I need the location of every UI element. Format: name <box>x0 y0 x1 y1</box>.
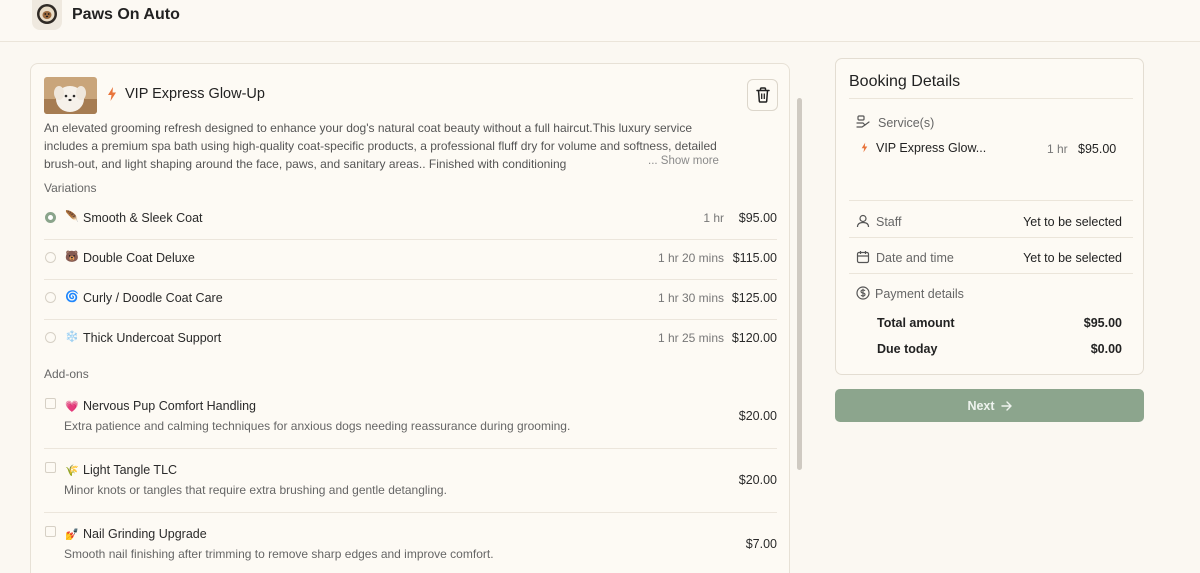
snowflake-icon: ❄️ <box>65 330 79 343</box>
payment-label: Payment details <box>875 287 964 301</box>
booked-service-name: VIP Express Glow... <box>876 141 987 155</box>
service-scrollbar[interactable] <box>797 98 802 470</box>
bear-icon: 🐻 <box>65 250 79 263</box>
dog-photo-icon <box>44 77 97 114</box>
addon-label: Light Tangle TLC <box>83 463 178 477</box>
due-today-label: Due today <box>877 342 938 356</box>
variation-row[interactable]: 🪶 Smooth & Sleek Coat 1 hr $95.00 <box>44 205 777 240</box>
addon-checkbox[interactable] <box>45 526 56 537</box>
addon-label: Nervous Pup Comfort Handling <box>83 399 256 413</box>
variation-label: Thick Undercoat Support <box>83 331 222 345</box>
next-button-label: Next <box>967 398 995 413</box>
next-button[interactable]: Next <box>835 389 1144 422</box>
addon-row[interactable]: 💗 Nervous Pup Comfort Handling Extra pat… <box>44 393 777 449</box>
service-thumbnail <box>44 77 97 114</box>
lightning-icon <box>861 142 868 153</box>
brand-name: Paws On Auto <box>72 6 180 23</box>
variation-label: Double Coat Deluxe <box>83 251 195 265</box>
variation-radio[interactable] <box>45 212 56 223</box>
addon-checkbox[interactable] <box>45 462 56 473</box>
dollar-coin-icon <box>856 286 870 300</box>
addon-row[interactable]: 🌾 Light Tangle TLC Minor knots or tangle… <box>44 457 777 513</box>
service-title: VIP Express Glow-Up <box>125 86 265 102</box>
divider <box>849 273 1133 274</box>
addon-description: Smooth nail finishing after trimming to … <box>64 547 494 561</box>
variation-label: Curly / Doodle Coat Care <box>83 291 223 305</box>
staff-label: Staff <box>876 215 902 229</box>
datetime-label: Date and time <box>876 251 954 265</box>
addon-label: Nail Grinding Upgrade <box>83 527 207 541</box>
addon-checkbox[interactable] <box>45 398 56 409</box>
staff-value[interactable]: Yet to be selected <box>1023 215 1122 229</box>
services-label: Service(s) <box>878 116 935 130</box>
datetime-value[interactable]: Yet to be selected <box>1023 251 1122 265</box>
variation-radio[interactable] <box>45 332 56 343</box>
variation-label: Smooth & Sleek Coat <box>83 211 203 225</box>
addon-price: $20.00 <box>738 409 777 423</box>
booked-service-price: $95.00 <box>1078 142 1117 156</box>
addon-row[interactable]: 💅 Nail Grinding Upgrade Smooth nail fini… <box>44 521 777 573</box>
total-amount-value: $95.00 <box>1083 316 1122 330</box>
addons-label: Add-ons <box>44 367 89 381</box>
app-header: Paws On Auto <box>0 0 1200 42</box>
user-icon <box>856 214 870 228</box>
service-card: VIP Express Glow-Up An elevated grooming… <box>30 63 790 573</box>
variation-radio[interactable] <box>45 252 56 263</box>
booking-title: Booking Details <box>849 73 961 90</box>
variation-row[interactable]: ❄️ Thick Undercoat Support 1 hr 25 mins … <box>44 325 777 360</box>
variation-duration: 1 hr <box>703 211 724 225</box>
addon-description: Extra patience and calming techniques fo… <box>64 419 571 433</box>
trash-icon <box>755 87 770 103</box>
booking-details-card: Booking Details Service(s) VIP Express G… <box>835 58 1144 375</box>
total-amount-label: Total amount <box>877 316 955 330</box>
show-more-link[interactable]: ... Show more <box>648 155 719 167</box>
addon-price: $20.00 <box>738 473 777 487</box>
lightning-icon <box>108 87 116 101</box>
divider <box>849 98 1133 99</box>
swirl-icon: 🌀 <box>65 290 79 303</box>
variation-radio[interactable] <box>45 292 56 303</box>
heart-icon: 💗 <box>65 400 79 413</box>
variations-label: Variations <box>44 181 97 195</box>
arrow-right-icon <box>1000 400 1012 411</box>
addon-description: Minor knots or tangles that require extr… <box>64 483 447 497</box>
due-today-value: $0.00 <box>1090 342 1122 356</box>
brand-logo[interactable] <box>32 0 62 30</box>
nail-polish-icon: 💅 <box>65 528 79 541</box>
herb-icon: 🌾 <box>65 464 79 477</box>
addon-price: $7.00 <box>745 537 777 551</box>
variation-price: $115.00 <box>732 251 777 265</box>
booked-service-duration: 1 hr <box>1047 142 1068 156</box>
services-icon <box>856 115 870 128</box>
variation-price: $95.00 <box>738 211 777 225</box>
feather-icon: 🪶 <box>65 210 79 223</box>
variation-duration: 1 hr 25 mins <box>657 331 724 345</box>
service-description: An elevated grooming refresh designed to… <box>44 121 717 171</box>
service-title-row: VIP Express Glow-Up <box>107 86 265 102</box>
variation-row[interactable]: 🌀 Curly / Doodle Coat Care 1 hr 30 mins … <box>44 285 777 320</box>
divider <box>849 200 1133 201</box>
variation-duration: 1 hr 20 mins <box>657 251 724 265</box>
variation-row[interactable]: 🐻 Double Coat Deluxe 1 hr 20 mins $115.0… <box>44 245 777 280</box>
calendar-icon <box>856 251 870 264</box>
delete-service-button[interactable] <box>747 79 778 111</box>
dog-logo-icon <box>37 4 57 24</box>
variation-price: $120.00 <box>731 331 777 345</box>
variation-price: $125.00 <box>731 291 777 305</box>
divider <box>849 237 1133 238</box>
variation-duration: 1 hr 30 mins <box>657 291 724 305</box>
